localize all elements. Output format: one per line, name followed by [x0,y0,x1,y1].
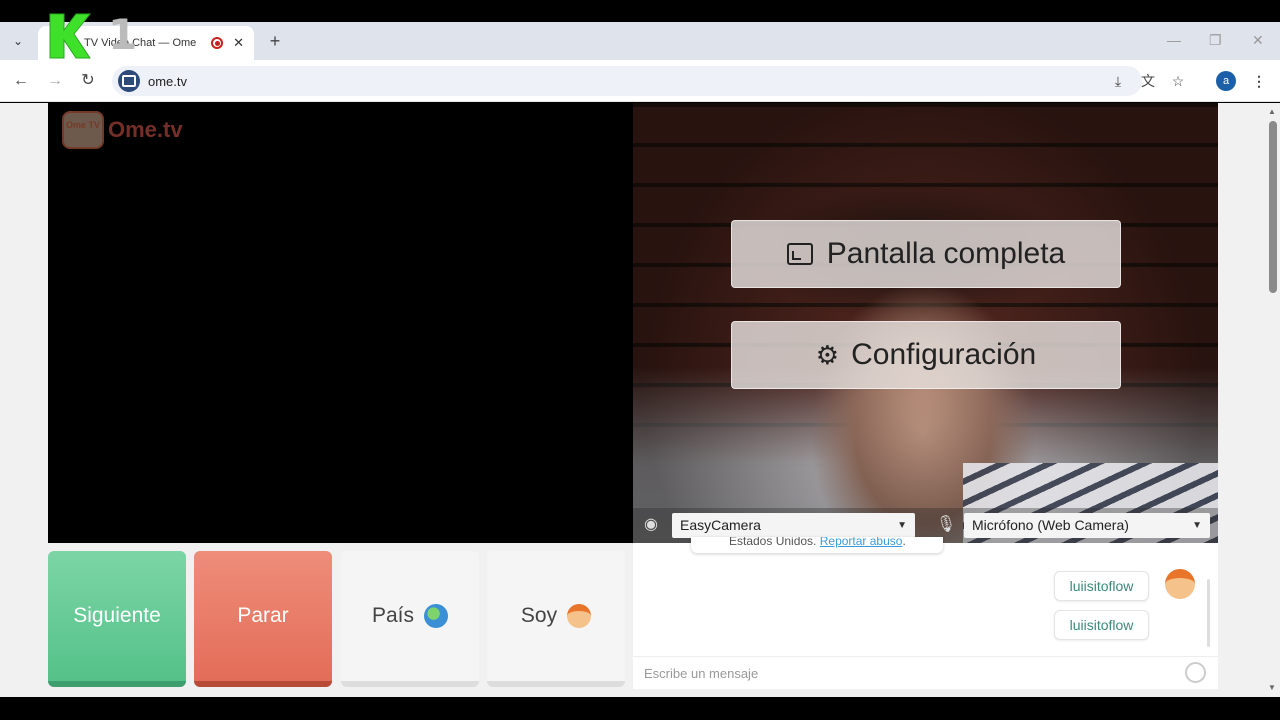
tab-close-icon[interactable]: ✕ [233,35,244,51]
browser-toolbar: ← → ↻ ome.tv ⤓ 文 ☆ ⋮ [0,60,1280,102]
browser-tab-bar: ⌄ TV Video Chat — Ome ✕ + — ❐ ✕ [0,22,1280,60]
connection-notice: Estados Unidos. Reportar abuso. [691,537,943,553]
scroll-down-icon[interactable]: ▼ [1268,683,1276,692]
url-text: ome.tv [148,73,188,89]
microphone-select[interactable]: Micrófono (Web Camera) ▼ [964,513,1210,538]
scroll-thumb[interactable] [1269,121,1277,293]
microphone-value: Micrófono (Web Camera) [972,517,1129,533]
reload-icon[interactable]: ↻ [77,70,99,92]
close-window-button[interactable]: ✕ [1252,32,1264,49]
browser-menu-icon[interactable]: ⋮ [1249,71,1269,91]
stop-label: Parar [237,604,289,627]
next-label: Siguiente [73,604,161,627]
settings-label: Configuración [851,338,1037,371]
boy-icon [567,604,592,628]
address-bar[interactable]: ome.tv [112,66,1142,96]
chat-panel: Estados Unidos. Reportar abuso. luiisito… [633,537,1218,689]
ometv-tv-icon: Ome TV [62,111,104,149]
message-input[interactable]: Escribe un mensaje [633,656,1218,689]
settings-button[interactable]: ⚙ Configuración [731,321,1121,389]
screen: ⌄ TV Video Chat — Ome ✕ + — ❐ ✕ 1 ← → ↻ … [0,0,1280,720]
recording-icon [211,37,224,49]
profile-avatar[interactable]: a [1216,71,1236,91]
country-label: País [371,604,415,627]
country-button[interactable]: País [341,551,479,687]
page-scrollbar[interactable]: ▲ ▼ [1266,103,1280,697]
fullscreen-button[interactable]: Pantalla completa [731,220,1121,288]
gear-icon: ⚙ [815,339,840,370]
dropdown-arrow-icon: ▼ [897,520,907,531]
back-arrow-icon[interactable]: ← [10,70,32,92]
tab-search-button[interactable]: ⌄ [6,30,30,52]
gender-button[interactable]: Soy [487,551,625,687]
emoji-smile-icon[interactable] [1185,662,1206,683]
bottom-letterbox [0,697,1280,720]
next-button[interactable]: Siguiente [48,551,186,687]
user-avatar-icon [1165,569,1195,599]
chevron-down-icon: ⌄ [12,34,24,48]
site-camera-icon [118,70,140,92]
forward-arrow-icon[interactable]: → [44,70,66,92]
channel-k-logo [49,13,92,59]
stop-button[interactable]: Parar [194,551,332,687]
chat-scrollbar[interactable] [1207,579,1210,647]
report-abuse-link[interactable]: Reportar abuso [820,537,903,548]
camera-value: EasyCamera [680,517,761,533]
minimize-button[interactable]: — [1167,32,1181,48]
bookmark-star-icon[interactable]: ☆ [1168,71,1188,91]
restore-button[interactable]: ❐ [1209,32,1222,49]
channel-number: 1 [108,10,138,59]
notice-country: Estados Unidos. [729,537,817,548]
tab-title: TV Video Chat — Ome [84,37,197,49]
fullscreen-label: Pantalla completa [826,237,1066,270]
scroll-up-icon[interactable]: ▲ [1268,107,1276,116]
webcam-icon: ◉ [644,516,658,533]
gender-label: Soy [520,604,558,627]
chat-message: luiisitoflow [1054,610,1149,640]
fullscreen-icon [786,243,813,265]
new-tab-button[interactable]: + [264,30,286,52]
globe-icon [424,604,449,628]
camera-select[interactable]: EasyCamera ▼ [672,513,915,538]
ometv-logo: Ome TV Ome.tv [62,111,183,149]
install-app-icon[interactable]: ⤓ [1108,71,1128,91]
ometv-logo-text: Ome.tv [108,117,183,142]
dropdown-arrow-icon: ▼ [1192,520,1202,531]
microphone-icon: 🎙 [935,516,957,533]
translate-icon[interactable]: 文 [1138,71,1158,91]
chat-message: luiisitoflow [1054,571,1149,601]
stranger-video [48,103,633,543]
